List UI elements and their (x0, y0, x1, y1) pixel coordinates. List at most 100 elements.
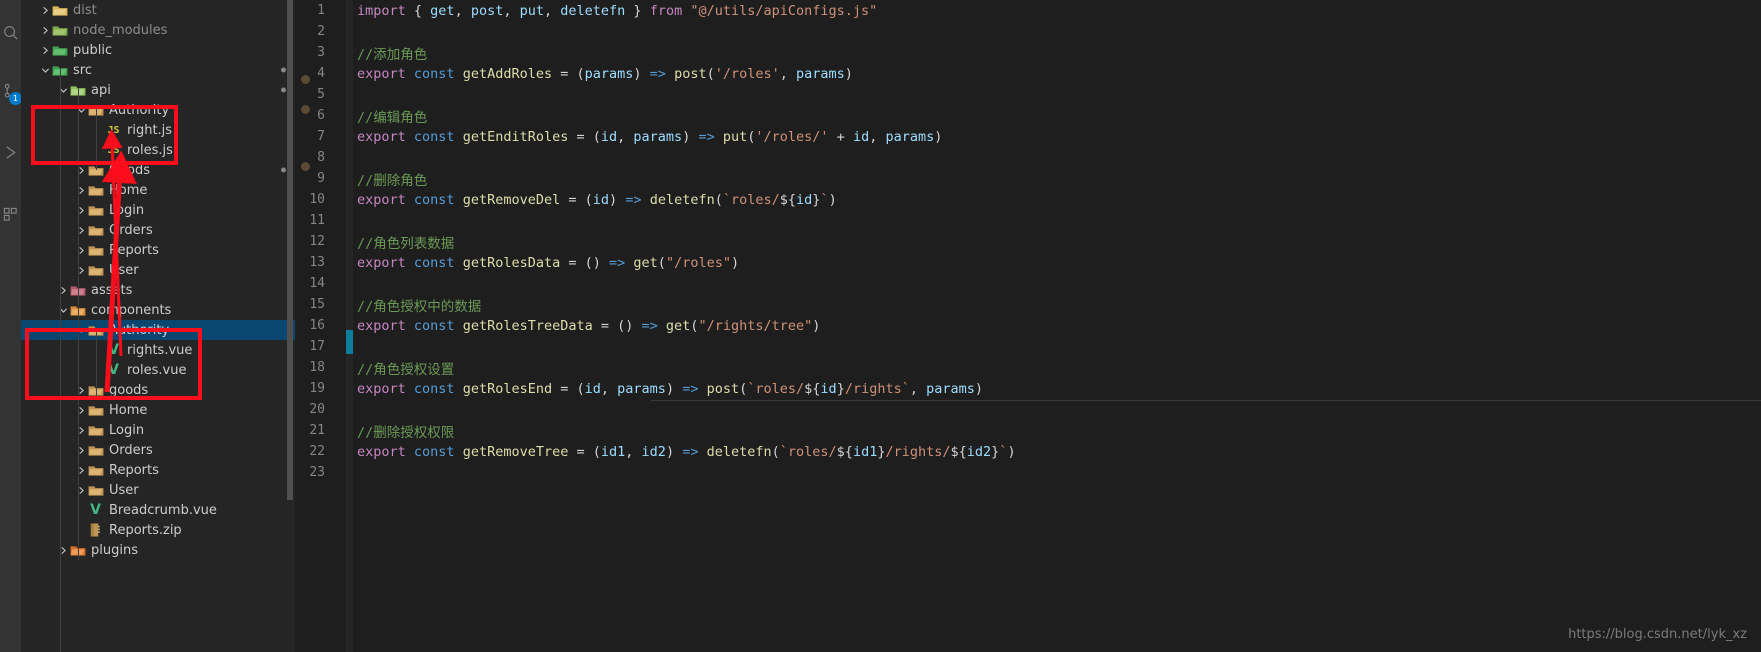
tree-item-label: src (73, 62, 92, 78)
tree-item-home[interactable]: Home (21, 180, 295, 200)
code-line[interactable]: 1 import { get, post, put, deletefn } fro… (295, 0, 1761, 21)
code-line[interactable]: 4 export const getAddRoles = (params) => … (295, 63, 1761, 84)
chevron-right-icon[interactable] (75, 226, 87, 235)
code-line[interactable]: 7 export const getEnditRoles = (id, param… (295, 126, 1761, 147)
line-number: 17 (309, 339, 325, 354)
tree-item-user[interactable]: User (21, 260, 295, 280)
chevron-right-icon[interactable] (39, 26, 51, 35)
activity-bar: 1 (0, 0, 22, 652)
line-number: 10 (309, 192, 325, 207)
tree-item-login[interactable]: Login (21, 200, 295, 220)
code-line[interactable]: 2 (295, 21, 1761, 42)
tree-item-plugins[interactable]: plugins (21, 540, 295, 560)
tree-item-reports[interactable]: Reports (21, 460, 295, 480)
tree-item-src[interactable]: src (21, 60, 295, 80)
tree-item-user[interactable]: User (21, 480, 295, 500)
code-line[interactable]: 10 export const getRemoveDel = (id) => de… (295, 189, 1761, 210)
tree-item-api[interactable]: api (21, 80, 295, 100)
tree-item-public[interactable]: public (21, 40, 295, 60)
tree-item-label: Reports.zip (109, 522, 182, 538)
tree-item-label: Login (109, 422, 145, 438)
code-line[interactable]: 18 //角色授权设置 (295, 357, 1761, 378)
tree-item-label: Breadcrumb.vue (109, 502, 217, 518)
code-line[interactable]: 19 export const getRolesEnd = (id, params… (295, 378, 1761, 399)
chevron-right-icon[interactable] (75, 486, 87, 495)
tree-item-label: User (109, 482, 139, 498)
line-number: 20 (309, 402, 325, 417)
tree-item-login[interactable]: Login (21, 420, 295, 440)
line-content: //角色列表数据 (357, 235, 455, 252)
search-icon[interactable] (0, 12, 21, 52)
chevron-right-icon[interactable] (39, 6, 51, 15)
tree-item-orders[interactable]: Orders (21, 440, 295, 460)
tree-item-breadcrumb-vue[interactable]: V Breadcrumb.vue (21, 500, 295, 520)
code-line[interactable]: 3 //添加角色 (295, 42, 1761, 63)
tree-item-assets[interactable]: assets (21, 280, 295, 300)
vue-file-icon: V (90, 502, 101, 518)
folder-node-icon (52, 25, 67, 36)
source-control-icon[interactable]: 1 (0, 70, 22, 110)
chevron-right-icon[interactable] (75, 426, 87, 435)
chevron-right-icon[interactable] (75, 266, 87, 275)
tree-item-node-modules[interactable]: node_modules (21, 20, 295, 40)
code-line[interactable]: 9 //删除角色 (295, 168, 1761, 189)
code-lines[interactable]: 1 import { get, post, put, deletefn } fro… (295, 0, 1761, 483)
line-content: //添加角色 (357, 46, 428, 63)
chevron-down-icon[interactable] (57, 306, 69, 315)
code-line[interactable]: 11 (295, 210, 1761, 231)
folder-icon (88, 485, 103, 496)
chevron-right-icon[interactable] (75, 206, 87, 215)
chevron-right-icon[interactable] (57, 546, 69, 555)
line-number: 22 (309, 444, 325, 459)
tree-item-orders[interactable]: Orders (21, 220, 295, 240)
run-and-debug-icon[interactable] (0, 132, 21, 172)
chevron-right-icon[interactable] (75, 186, 87, 195)
explorer-sidebar[interactable]: dist node_modules public src api Authority JS r… (21, 0, 295, 652)
folder-public-icon (52, 45, 67, 56)
folder-icon (88, 265, 103, 276)
tree-item-reports[interactable]: Reports (21, 240, 295, 260)
code-line[interactable]: 16 export const getRolesTreeData = () => … (295, 315, 1761, 336)
tree-item-components[interactable]: components (21, 300, 295, 320)
tree-item-dist[interactable]: dist (21, 0, 295, 20)
code-line[interactable]: 8 (295, 147, 1761, 168)
code-line[interactable]: 13 export const getRolesData = () => get(… (295, 252, 1761, 273)
file-tree[interactable]: dist node_modules public src api Authority JS r… (21, 0, 295, 560)
folder-icon (88, 465, 103, 476)
tree-item-label: User (109, 262, 139, 278)
code-editor[interactable]: 1 import { get, post, put, deletefn } fro… (295, 0, 1761, 652)
code-line[interactable]: 6 //编辑角色 (295, 105, 1761, 126)
code-line[interactable]: 21 //删除授权权限 (295, 420, 1761, 441)
line-number: 16 (309, 318, 325, 333)
tree-item-label: Reports (109, 462, 159, 478)
line-number: 9 (317, 171, 325, 186)
chevron-right-icon[interactable] (39, 46, 51, 55)
sidebar-scrollbar[interactable] (287, 0, 293, 500)
chevron-right-icon[interactable] (57, 286, 69, 295)
chevron-right-icon[interactable] (75, 246, 87, 255)
chevron-right-icon[interactable] (75, 166, 87, 175)
chevron-down-icon[interactable] (57, 86, 69, 95)
chevron-down-icon[interactable] (39, 66, 51, 75)
folder-icon (88, 445, 103, 456)
line-content: export const getRolesEnd = (id, params) … (357, 380, 984, 397)
extensions-icon[interactable] (0, 194, 21, 234)
line-number: 23 (309, 465, 325, 480)
line-content: export const getRolesTreeData = () => ge… (357, 317, 821, 334)
code-line[interactable]: 14 (295, 273, 1761, 294)
chevron-right-icon[interactable] (75, 446, 87, 455)
chevron-right-icon[interactable] (75, 466, 87, 475)
annotation-box-api-authority (31, 105, 178, 165)
tree-item-reports-zip[interactable]: Reports.zip (21, 520, 295, 540)
chevron-right-icon[interactable] (75, 406, 87, 415)
code-line[interactable]: 5 (295, 84, 1761, 105)
code-line[interactable]: 22 export const getRemoveTree = (id1, id2… (295, 441, 1761, 462)
code-line[interactable]: 15 //角色授权中的数据 (295, 294, 1761, 315)
code-line[interactable]: 20 (295, 399, 1761, 420)
code-line[interactable]: 12 //角色列表数据 (295, 231, 1761, 252)
code-line[interactable]: 23 (295, 462, 1761, 483)
line-number: 6 (317, 108, 325, 123)
tree-item-home[interactable]: Home (21, 400, 295, 420)
code-line[interactable]: 17 (295, 336, 1761, 357)
folder-icon (88, 185, 103, 196)
